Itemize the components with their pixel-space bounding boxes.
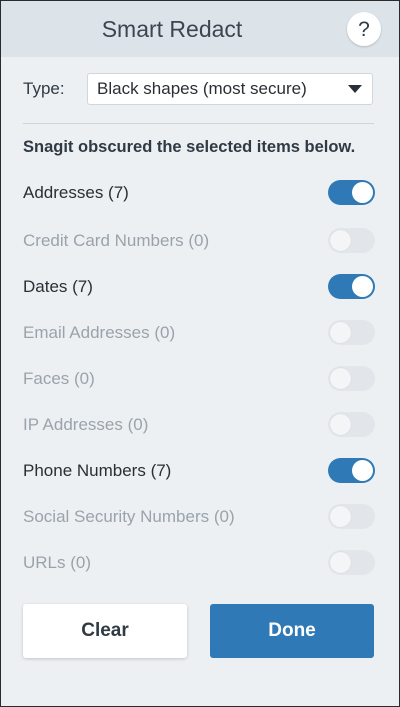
smart-redact-window: Smart Redact ? Type: Black shapes (most … [0, 0, 400, 707]
help-button[interactable]: ? [347, 12, 381, 46]
item-label: Phone Numbers (7) [23, 461, 172, 480]
done-button[interactable]: Done [210, 604, 374, 658]
item-label: Social Security Numbers (0) [23, 507, 235, 526]
toggle-knob [330, 230, 351, 251]
help-icon: ? [358, 17, 370, 41]
faces-toggle[interactable] [328, 366, 375, 391]
toggle-knob [352, 276, 373, 297]
item-row-faces: Faces (0) [23, 366, 375, 394]
toggle-knob [330, 506, 351, 527]
item-row-email-addresses: Email Addresses (0) [23, 320, 375, 348]
social-security-numbers-toggle[interactable] [328, 504, 375, 529]
divider [23, 123, 374, 124]
item-label: Addresses (7) [23, 183, 129, 202]
item-label: Dates (7) [23, 277, 93, 296]
ip-addresses-toggle[interactable] [328, 412, 375, 437]
item-row-social-security-numbers: Social Security Numbers (0) [23, 504, 375, 532]
type-select[interactable]: Black shapes (most secure) [87, 73, 373, 105]
toggle-knob [352, 182, 373, 203]
item-label: Credit Card Numbers (0) [23, 231, 210, 250]
credit-card-numbers-toggle[interactable] [328, 228, 375, 253]
addresses-toggle[interactable] [328, 180, 375, 205]
item-label: URLs (0) [23, 553, 92, 572]
item-row-urls: URLs (0) [23, 550, 375, 578]
title-bar: Smart Redact ? [1, 1, 399, 57]
item-label: IP Addresses (0) [23, 415, 149, 434]
toggle-knob [330, 414, 351, 435]
type-label: Type: [23, 79, 65, 98]
chevron-down-icon [348, 85, 362, 93]
dates-toggle[interactable] [328, 274, 375, 299]
item-row-ip-addresses: IP Addresses (0) [23, 412, 375, 440]
phone-numbers-toggle[interactable] [328, 458, 375, 483]
item-row-credit-card-numbers: Credit Card Numbers (0) [23, 228, 375, 256]
toggle-knob [330, 322, 351, 343]
clear-button[interactable]: Clear [23, 604, 187, 658]
email-addresses-toggle[interactable] [328, 320, 375, 345]
toggle-knob [330, 368, 351, 389]
toggle-knob [330, 552, 351, 573]
window-title: Smart Redact [101, 16, 243, 42]
toggle-knob [352, 460, 373, 481]
type-select-value: Black shapes (most secure) [97, 79, 307, 98]
item-row-addresses: Addresses (7) [23, 180, 375, 208]
item-label: Email Addresses (0) [23, 323, 176, 342]
item-row-phone-numbers: Phone Numbers (7) [23, 458, 375, 486]
intro-text: Snagit obscured the selected items below… [23, 138, 356, 156]
urls-toggle[interactable] [328, 550, 375, 575]
item-row-dates: Dates (7) [23, 274, 375, 302]
item-label: Faces (0) [23, 369, 95, 388]
